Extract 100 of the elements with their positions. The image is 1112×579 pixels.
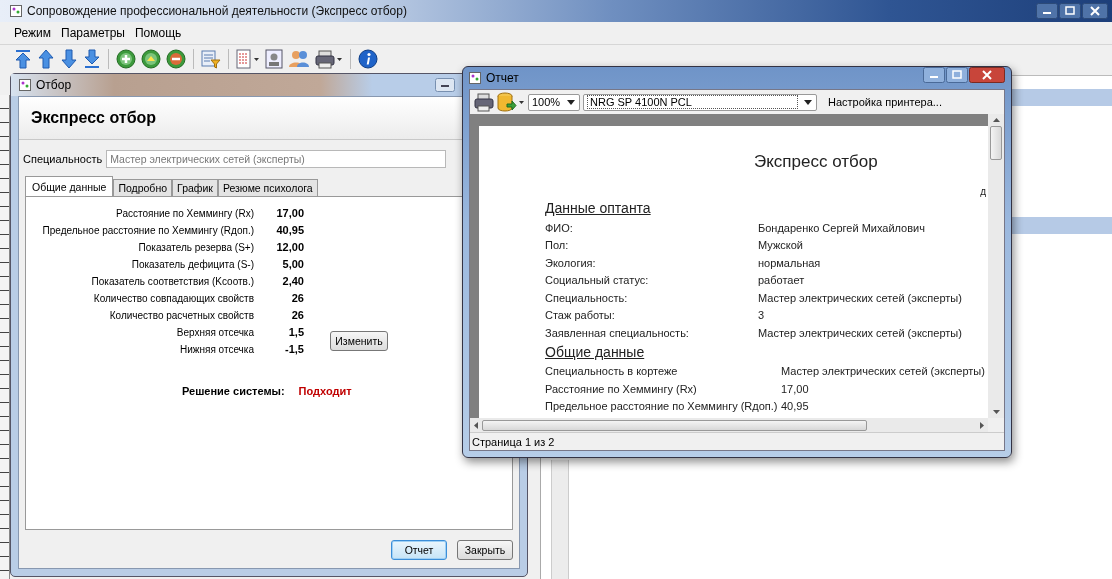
remove-icon[interactable] bbox=[166, 49, 186, 69]
people-icon[interactable] bbox=[288, 49, 310, 69]
app-icon bbox=[10, 5, 22, 17]
report-label: Расстояние по Хеммингу (Rx) bbox=[545, 382, 698, 395]
report-value: Мастер электрических сетей (эксперты) bbox=[781, 365, 985, 378]
report-label: Экология: bbox=[545, 256, 597, 269]
scrollbar-thumb[interactable] bbox=[990, 126, 1002, 160]
caret-icon bbox=[567, 99, 575, 105]
decision-value: Подходит bbox=[298, 385, 352, 397]
metric-label: Верхняя отсечка bbox=[175, 326, 254, 338]
report-value: 17,00 bbox=[781, 382, 809, 395]
close-icon[interactable] bbox=[1082, 3, 1108, 19]
tab[interactable]: Общие данные bbox=[25, 176, 114, 196]
report-label: Стаж работы: bbox=[545, 309, 616, 322]
report-value: нормальная bbox=[758, 256, 821, 269]
metric-label: Количество расчетных свойств bbox=[108, 309, 254, 321]
report-value: работает bbox=[758, 274, 805, 287]
vertical-scrollbar[interactable] bbox=[551, 460, 569, 579]
menu-item[interactable]: Помощь bbox=[134, 26, 182, 40]
metric-value: 26 bbox=[290, 292, 304, 304]
metric-value: 40,95 bbox=[275, 224, 304, 236]
scroll-left-icon[interactable] bbox=[474, 421, 478, 429]
arrow-up-to-top-icon[interactable] bbox=[14, 49, 32, 69]
person-card-icon[interactable] bbox=[265, 49, 283, 69]
report-button[interactable]: Отчет bbox=[391, 540, 447, 560]
section-heading: Данные оптанта bbox=[545, 200, 652, 218]
report-label: Специальность: bbox=[545, 291, 629, 304]
decision-label: Решение системы: bbox=[182, 385, 285, 397]
report-value: 3 bbox=[758, 309, 765, 322]
metric-label: Предельное расстояние по Хеммингу (Rдоп.) bbox=[41, 224, 254, 236]
database-export-icon[interactable] bbox=[497, 92, 525, 112]
metric-value: 26 bbox=[290, 309, 304, 321]
tab[interactable]: График bbox=[172, 179, 218, 196]
window-title: Отбор bbox=[36, 78, 72, 92]
arrow-down-to-bottom-icon[interactable] bbox=[83, 49, 101, 69]
metric-value: -1,5 bbox=[284, 343, 304, 355]
metric-label: Количество совпадающих свойств bbox=[92, 292, 254, 304]
report-label: Заявленная специальность: bbox=[545, 326, 690, 339]
report-label: ФИО: bbox=[545, 221, 574, 234]
report-value: Бондаренко Сергей Михайлович bbox=[758, 221, 925, 234]
scroll-up-icon[interactable] bbox=[992, 118, 1000, 122]
report-value: Мужской bbox=[758, 239, 803, 252]
add-icon[interactable] bbox=[116, 49, 136, 69]
document-list-icon[interactable] bbox=[236, 49, 260, 69]
app-icon bbox=[469, 72, 481, 84]
report-value: Мастер электрических сетей (эксперты) bbox=[758, 291, 962, 304]
printer-settings-link[interactable]: Настройка принтера... bbox=[828, 96, 942, 108]
close-button[interactable]: Закрыть bbox=[457, 540, 513, 560]
report-label: Специальность в кортеже bbox=[545, 365, 679, 378]
horizontal-scrollbar[interactable] bbox=[470, 418, 988, 432]
metric-label: Нижняя отсечка bbox=[178, 343, 254, 355]
report-label: Предельное расстояние по Хеммингу (Rдоп.) bbox=[545, 400, 779, 413]
info-icon[interactable] bbox=[358, 49, 378, 69]
metric-label: Расстояние по Хеммингу (Rx) bbox=[115, 207, 254, 219]
printer-icon[interactable] bbox=[474, 92, 494, 112]
printer-icon[interactable] bbox=[315, 49, 343, 69]
window-title: Отчет bbox=[486, 71, 519, 85]
arrow-up-icon[interactable] bbox=[37, 49, 55, 69]
metric-value: 2,40 bbox=[281, 275, 304, 287]
status-text: Страница 1 из 2 bbox=[472, 435, 555, 448]
triangle-up-icon[interactable] bbox=[141, 49, 161, 69]
tab[interactable]: Подробно bbox=[113, 179, 173, 196]
minimize-icon[interactable] bbox=[923, 67, 945, 83]
menu-item[interactable]: Параметры bbox=[61, 26, 125, 40]
section-heading: Общие данные bbox=[545, 343, 646, 362]
metric-label: Показатель резерва (S+) bbox=[137, 241, 254, 253]
report-label: Социальный статус: bbox=[545, 274, 650, 287]
vertical-scrollbar[interactable] bbox=[988, 114, 1004, 418]
report-label: Пол: bbox=[545, 239, 570, 252]
metric-value: 5,00 bbox=[281, 258, 304, 270]
metric-label: Показатель дефицита (S-) bbox=[130, 258, 254, 270]
change-button[interactable]: Изменить bbox=[330, 330, 388, 351]
arrow-down-icon[interactable] bbox=[60, 49, 78, 69]
window-title: Сопровождение профессиональной деятельности (Экспресс отбор) bbox=[27, 4, 407, 18]
metric-value: 17,00 bbox=[275, 207, 304, 219]
metric-label: Показатель соответствия (Kсоотв.) bbox=[90, 275, 254, 287]
form-heading: Экспресс отбор bbox=[31, 109, 157, 127]
zoom-dropdown[interactable]: 100% bbox=[528, 93, 580, 111]
report-text: д bbox=[980, 186, 986, 197]
caret-icon bbox=[804, 99, 812, 105]
scroll-right-icon[interactable] bbox=[980, 421, 984, 429]
printer-dropdown[interactable]: NRG SP 4100N PCL bbox=[583, 93, 817, 111]
maximize-icon[interactable] bbox=[946, 67, 968, 83]
scrollbar-thumb[interactable] bbox=[482, 419, 867, 431]
minimize-icon[interactable] bbox=[1036, 3, 1058, 19]
metric-value: 12,00 bbox=[275, 241, 304, 253]
report-title: Экспресс отбор bbox=[754, 152, 878, 172]
minimize-icon[interactable] bbox=[435, 78, 455, 92]
app-icon bbox=[19, 79, 31, 91]
report-value: Мастер электрических сетей (эксперты) bbox=[758, 326, 962, 339]
metric-value: 1,5 bbox=[287, 326, 304, 338]
field-label: Специальность bbox=[23, 153, 103, 165]
menu-item[interactable]: Режим bbox=[14, 26, 51, 40]
specialty-field[interactable]: Мастер электрических сетей (эксперты) bbox=[106, 150, 447, 168]
report-value: 40,95 bbox=[781, 400, 809, 413]
maximize-icon[interactable] bbox=[1059, 3, 1081, 19]
scroll-down-icon[interactable] bbox=[992, 410, 1000, 414]
filter-list-icon[interactable] bbox=[201, 49, 221, 69]
close-icon[interactable] bbox=[969, 67, 1005, 83]
tab[interactable]: Резюме психолога bbox=[217, 179, 318, 196]
